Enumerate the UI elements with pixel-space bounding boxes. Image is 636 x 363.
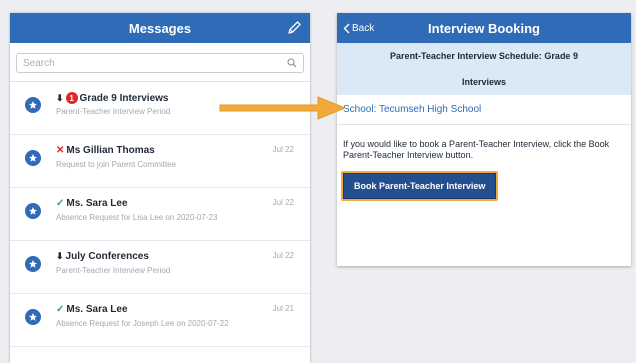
message-title: July Conferences bbox=[65, 251, 149, 262]
booking-header: Back Interview Booking bbox=[337, 13, 631, 43]
message-item[interactable]: ⬇ July Conferences Parent-Teacher Interv… bbox=[10, 241, 310, 294]
back-button[interactable]: Back bbox=[343, 13, 374, 43]
search-input[interactable]: Search bbox=[16, 53, 304, 73]
message-subtitle: Absence Request for Lisa Lee on 2020-07-… bbox=[56, 213, 218, 222]
message-title: Ms. Sara Lee bbox=[66, 198, 128, 209]
unread-badge: 1 bbox=[65, 92, 78, 104]
schedule-line-2: Interviews bbox=[461, 77, 507, 87]
interview-booking-panel: Back Interview Booking Parent-Teacher In… bbox=[337, 13, 631, 266]
schedule-heading: Parent-Teacher Interview Schedule: Grade… bbox=[337, 43, 631, 95]
messages-panel: Messages Search ⬇ 1 Grade 9 Interviews P… bbox=[10, 13, 310, 363]
search-row: Search bbox=[10, 43, 310, 82]
star-avatar-icon bbox=[25, 203, 41, 219]
message-date: Jul 22 bbox=[272, 145, 294, 154]
schedule-line-1: Parent-Teacher Interview Schedule: Grade… bbox=[390, 51, 578, 61]
messages-title: Messages bbox=[128, 20, 192, 36]
message-item[interactable]: ✓ Ms. Sara Lee Absence Request for Lisa … bbox=[10, 188, 310, 241]
download-arrow-icon: ⬇ bbox=[56, 251, 64, 261]
message-date: Jul 22 bbox=[272, 251, 294, 260]
message-date: Jul 21 bbox=[272, 304, 294, 313]
search-icon bbox=[287, 58, 297, 68]
search-placeholder: Search bbox=[23, 57, 55, 69]
message-title: Ms Gillian Thomas bbox=[66, 145, 155, 156]
book-button-highlight: Book Parent-Teacher Interview bbox=[341, 171, 499, 201]
message-title-row: ✓ Ms. Sara Lee bbox=[56, 304, 128, 315]
star-avatar-icon bbox=[25, 309, 41, 325]
message-subtitle: Absence Request for Joseph Lee on 2020-0… bbox=[56, 319, 229, 328]
message-subtitle: Parent-Teacher Interview Period bbox=[56, 107, 171, 116]
screen: Messages Search ⬇ 1 Grade 9 Interviews P… bbox=[0, 0, 636, 363]
message-item[interactable]: ✕ Ms Gillian Thomas Request to join Pare… bbox=[10, 135, 310, 188]
star-avatar-icon bbox=[25, 256, 41, 272]
callout-arrow-icon bbox=[219, 96, 347, 120]
message-title: Ms. Sara Lee bbox=[66, 304, 128, 315]
school-name: School: Tecumseh High School bbox=[337, 95, 631, 125]
message-subtitle: Request to join Parent Committee bbox=[56, 160, 177, 169]
booking-instructions: If you would like to book a Parent-Teach… bbox=[343, 139, 610, 160]
message-date: Jul 22 bbox=[272, 198, 294, 207]
download-arrow-icon: ⬇ bbox=[56, 92, 64, 103]
compose-pencil-icon[interactable] bbox=[286, 20, 302, 36]
chevron-left-icon bbox=[343, 23, 350, 33]
messages-header: Messages bbox=[10, 13, 310, 43]
star-avatar-icon bbox=[25, 97, 41, 113]
back-label: Back bbox=[352, 22, 375, 34]
booking-title: Interview Booking bbox=[428, 20, 540, 36]
message-item[interactable]: ✓ Ms. Sara Lee Absence Request for Josep… bbox=[10, 294, 310, 347]
message-subtitle: Parent-Teacher Interview Period bbox=[56, 266, 171, 275]
message-title: Grade 9 Interviews bbox=[79, 92, 169, 104]
message-title-row: ✕ Ms Gillian Thomas bbox=[56, 145, 155, 156]
approved-check-icon: ✓ bbox=[56, 198, 65, 209]
book-interview-button[interactable]: Book Parent-Teacher Interview bbox=[343, 173, 497, 199]
star-avatar-icon bbox=[25, 150, 41, 166]
message-title-row: ✓ Ms. Sara Lee bbox=[56, 198, 128, 209]
message-title-row: ⬇ 1 Grade 9 Interviews bbox=[56, 92, 168, 104]
declined-x-icon: ✕ bbox=[56, 145, 65, 156]
approved-check-icon: ✓ bbox=[56, 304, 65, 315]
message-title-row: ⬇ July Conferences bbox=[56, 251, 149, 262]
